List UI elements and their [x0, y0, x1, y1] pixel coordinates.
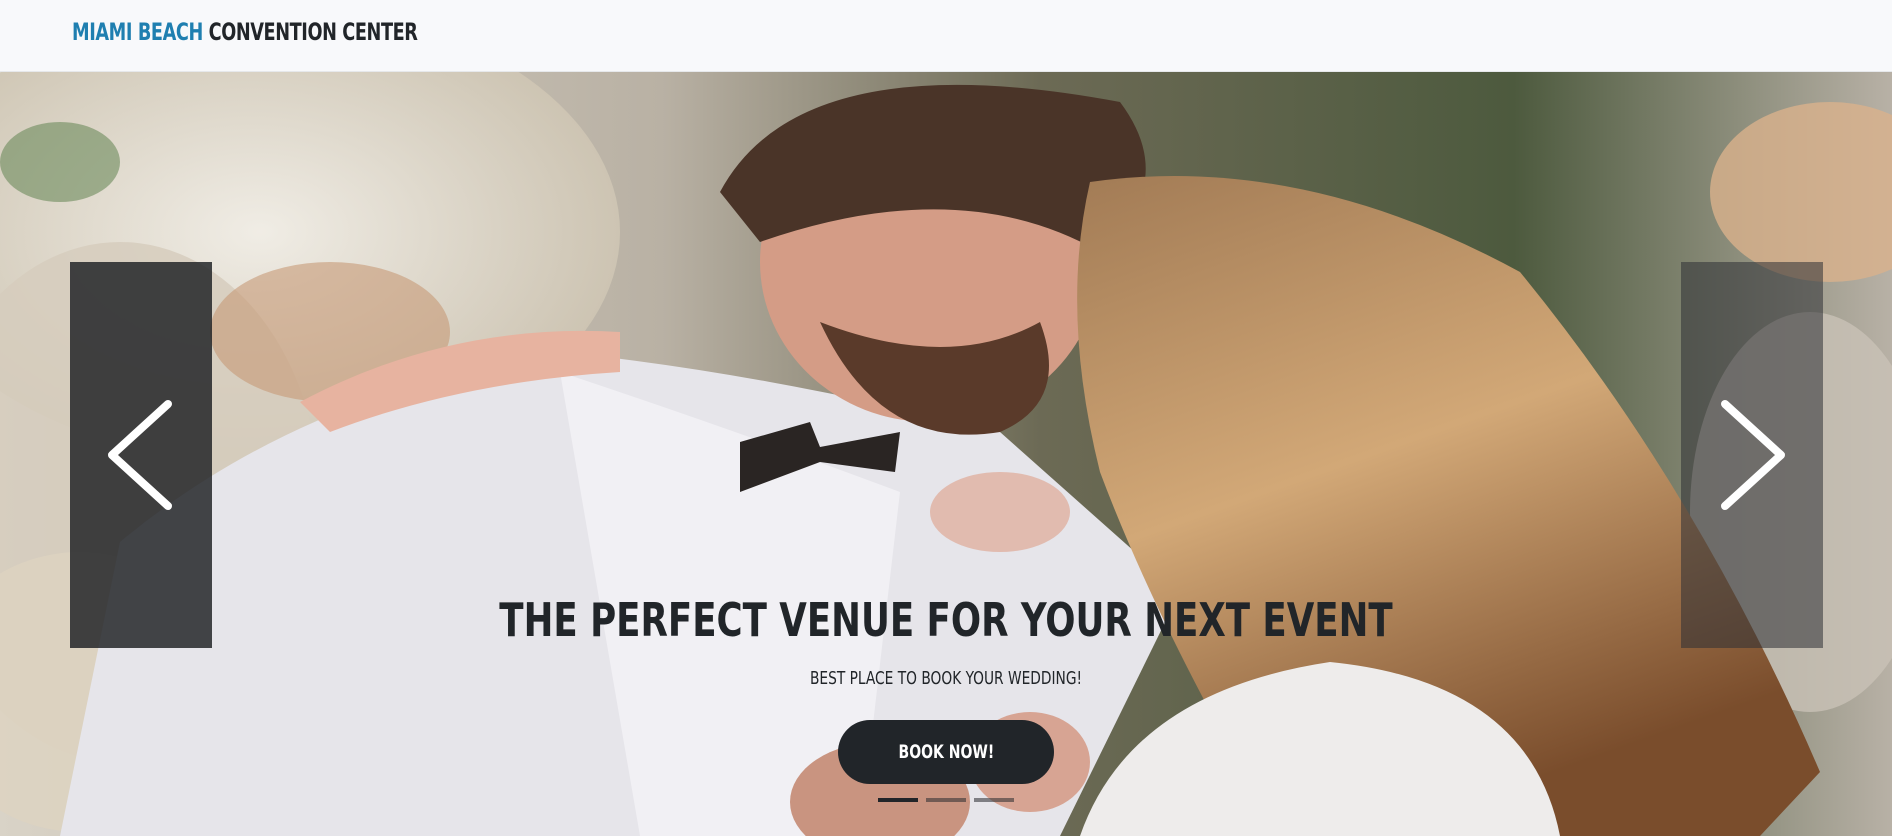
hero-headline: THE PERFECT VENUE FOR YOUR NEXT EVENT [499, 593, 1393, 647]
page: MIAMI BEACH CONVENTION CENTER THE PERFEC… [0, 0, 1892, 836]
book-now-label: BOOK NOW! [898, 741, 994, 763]
carousel-indicator-3[interactable] [974, 798, 1014, 802]
hero-carousel: THE PERFECT VENUE FOR YOUR NEXT EVENT BE… [0, 72, 1892, 836]
carousel-indicators [878, 798, 1014, 804]
brand-accent-text: MIAMI BEACH [72, 18, 203, 46]
brand-rest-text: CONVENTION CENTER [202, 18, 418, 46]
hero-subline: BEST PLACE TO BOOK YOUR WEDDING! [809, 668, 1083, 689]
carousel-indicator-1[interactable] [878, 798, 918, 802]
brand-logo-link[interactable]: MIAMI BEACH CONVENTION CENTER [72, 16, 418, 48]
chevron-left-icon [108, 400, 172, 510]
carousel-caption: THE PERFECT VENUE FOR YOUR NEXT EVENT BE… [0, 592, 1892, 690]
carousel-prev-button[interactable] [70, 262, 212, 648]
chevron-right-icon [1721, 400, 1785, 510]
book-now-button[interactable]: BOOK NOW! [838, 720, 1054, 784]
carousel-next-button[interactable] [1681, 262, 1823, 648]
carousel-indicator-2[interactable] [926, 798, 966, 802]
navbar: MIAMI BEACH CONVENTION CENTER [0, 0, 1892, 72]
